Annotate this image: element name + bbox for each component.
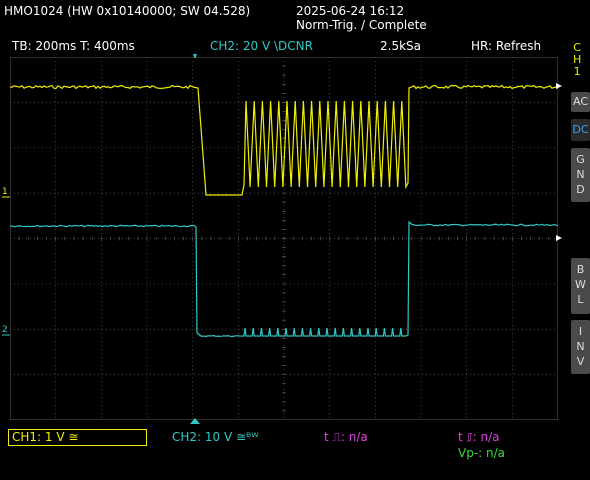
bandwidth-limit-button[interactable]: BWL [571, 258, 590, 314]
datetime: 2025-06-24 16:12 [296, 4, 405, 18]
timebase-readout: TB: 200ms T: 400ms [12, 39, 135, 53]
invert-button[interactable]: INV [571, 320, 590, 374]
channel-side-panel: C H 1 AC DC GND BWL INV [569, 40, 590, 480]
ch1-offset-marker[interactable]: 1 [2, 187, 8, 197]
sample-rate: 2.5kSa [380, 39, 422, 53]
ch2-setting-readout: CH2: 20 V \DCNR [210, 39, 313, 53]
dc-coupling-button[interactable]: DC [571, 119, 590, 141]
device-info: HMO1024 (HW 0x10140000; SW 04.528) [4, 4, 251, 18]
vpp-measurement: Vp-: n/a [458, 446, 506, 460]
graticule [10, 57, 558, 420]
status-header: HMO1024 (HW 0x10140000; SW 04.528) 2025-… [0, 0, 590, 36]
trigger-status: Norm-Trig. / Complete [296, 18, 427, 32]
acquisition-info-bar: TB: 200ms T: 400ms CH2: 20 V \DCNR 2.5kS… [0, 36, 590, 56]
waveform-display [10, 57, 558, 420]
ac-coupling-button[interactable]: AC [571, 92, 590, 112]
ch1-scale-readout[interactable]: CH1: 1 V ≅ [8, 429, 147, 446]
negative-pulse-width: t ⎎: n/a [458, 430, 500, 444]
positive-pulse-width: t ⎍: n/a [324, 430, 368, 444]
ch2-offset-marker[interactable]: 2 [2, 325, 8, 335]
bottom-status-bar: CH1: 1 V ≅ CH2: 10 V ≅ᴮᵂ t ⎍: n/a t ⎎: n… [0, 428, 590, 480]
acquisition-mode: HR: Refresh [471, 39, 542, 53]
ch2-scale-readout[interactable]: CH2: 10 V ≅ᴮᵂ [172, 430, 259, 444]
gnd-button[interactable]: GND [571, 148, 590, 202]
channel-indicator: C H 1 [573, 41, 582, 78]
